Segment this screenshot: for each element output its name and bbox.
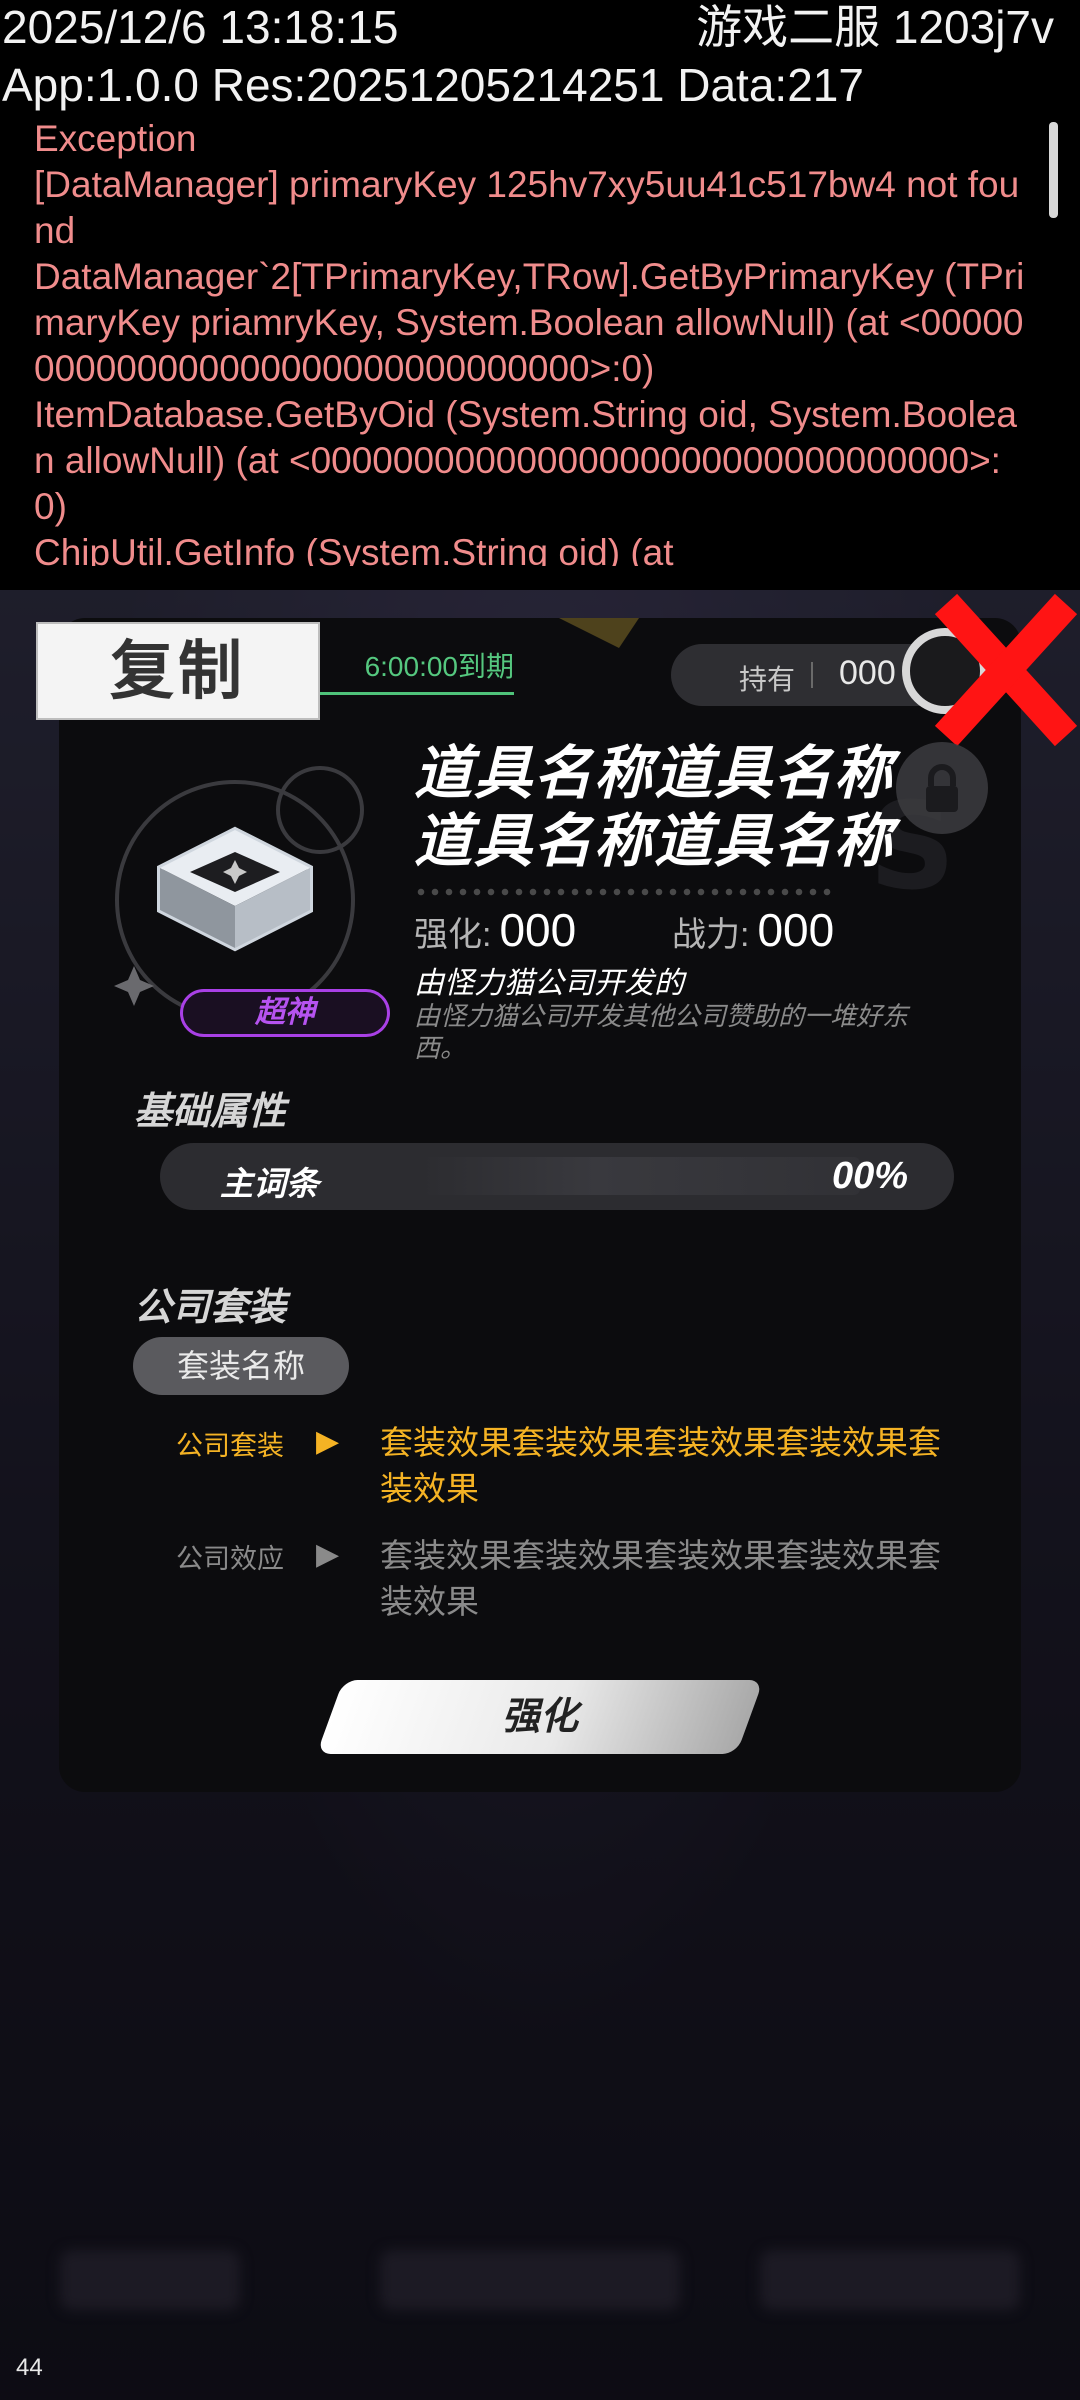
exception-log[interactable]: Exception [DataManager] primaryKey 125hv…: [34, 116, 1030, 566]
owned-divider: [811, 662, 813, 688]
play-arrow-icon: ▶: [316, 1425, 340, 1458]
effect-label-suit: 公司套装: [176, 1431, 284, 1461]
debug-console: 2025/12/6 13:18:15 游戏二服 1203j7v App:1.0.…: [0, 0, 1080, 590]
base-attributes-title: 基础属性: [134, 1091, 287, 1133]
rarity-badge: 超神: [180, 989, 390, 1037]
screen: 2025/12/6 13:18:15 游戏二服 1203j7v App:1.0.…: [0, 0, 1080, 2400]
debug-server: 游戏二服 1203j7v: [696, 1, 1054, 53]
log-scrollbar[interactable]: [1049, 122, 1058, 218]
effect-text-suit: 套装效果套装效果套装效果套装效果套装效果: [380, 1424, 941, 1507]
company-suit-title: 公司套装: [134, 1287, 287, 1329]
main-attribute-row: 主词条 00%: [160, 1143, 954, 1210]
enhance-value: 000: [499, 904, 577, 956]
attr-bar-texture: [420, 1157, 860, 1195]
item-description: 由怪力猫公司开发其他公司赞助的一堆好东西。: [414, 1001, 909, 1063]
copy-button[interactable]: 复制: [36, 622, 320, 720]
suit-name-chip[interactable]: 套装名称: [133, 1337, 349, 1395]
power-value: 000: [757, 904, 835, 956]
power-stat: 战力: 000: [672, 900, 834, 965]
debug-version-info: App:1.0.0 Res:20251205214251 Data:217: [2, 59, 864, 111]
debug-timestamp: 2025/12/6 13:18:15: [2, 1, 399, 53]
owned-value: 000: [839, 654, 896, 692]
effect-label-company: 公司效应: [176, 1544, 284, 1574]
main-attribute-name: 主词条: [220, 1165, 319, 1202]
dotted-divider: [414, 888, 834, 896]
blurred-hud-item: [760, 2250, 1020, 2310]
fps-counter: 44: [16, 2354, 43, 2381]
blurred-hud-item: [380, 2250, 680, 2310]
enhance-stat: 强化: 000: [414, 900, 576, 965]
enhance-label: 强化:: [414, 916, 492, 954]
expire-timer: 6:00:00到期: [300, 644, 514, 695]
blurred-hud-item: [60, 2250, 240, 2310]
main-attribute-value: 00%: [831, 1155, 908, 1197]
item-maker: 由怪力猫公司开发的: [414, 967, 684, 1000]
play-arrow-icon: ▶: [316, 1538, 340, 1571]
effect-text-company: 套装效果套装效果套装效果套装效果套装效果: [380, 1537, 941, 1620]
item-name: 道具名称道具名称道具名称道具名称: [414, 741, 895, 874]
owned-label: 持有: [739, 664, 796, 695]
close-icon[interactable]: [926, 590, 1080, 750]
strengthen-button-label[interactable]: 强化: [330, 1680, 750, 1754]
power-label: 战力:: [672, 916, 750, 954]
